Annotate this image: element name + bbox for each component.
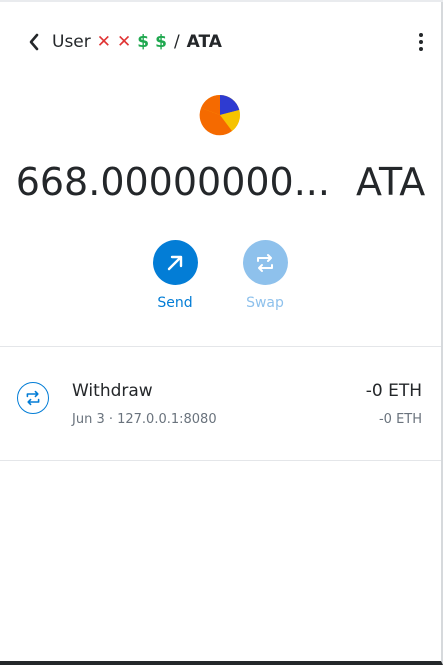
- send-circle[interactable]: [152, 240, 198, 285]
- balance-amount: 668.00000000...: [15, 160, 330, 204]
- asset-header: User ✕ ✕ $ $ / ATA: [20, 26, 430, 58]
- transaction-title: Withdraw: [72, 381, 153, 401]
- account-name: User: [52, 32, 91, 52]
- breadcrumb: User ✕ ✕ $ $ / ATA: [52, 32, 222, 52]
- divider: [0, 346, 441, 347]
- ata-token-icon: [199, 94, 240, 136]
- token-balance: 668.00000000... ATA: [0, 160, 441, 204]
- arrow-up-right-icon: [167, 255, 183, 270]
- breadcrumb-separator: /: [173, 32, 180, 52]
- transaction-row[interactable]: Withdraw Jun 3 · 127.0.0.1:8080 -0 ETH -…: [0, 362, 441, 444]
- transaction-subtitle: Jun 3 · 127.0.0.1:8080: [72, 412, 217, 427]
- swap-arrows-icon: [257, 253, 273, 272]
- transaction-amount: -0 ETH: [365, 381, 422, 401]
- swap-label: Swap: [246, 295, 284, 311]
- back-button[interactable]: [24, 30, 44, 54]
- cross-mark-icon: ✕: [117, 32, 132, 52]
- wallet-popup: User ✕ ✕ $ $ / ATA 668.00000000... ATA S…: [0, 0, 443, 665]
- divider: [0, 460, 441, 461]
- kebab-menu-icon[interactable]: [414, 30, 428, 54]
- send-button[interactable]: Send: [135, 240, 215, 311]
- transaction-amount-secondary: -0 ETH: [378, 412, 422, 427]
- dollar-sign-icon: $: [137, 32, 150, 52]
- send-label: Send: [157, 295, 193, 311]
- top-border: [0, 0, 443, 2]
- cross-mark-icon: ✕: [96, 32, 111, 52]
- balance-symbol: ATA: [355, 160, 426, 204]
- dollar-sign-icon: $: [155, 32, 167, 52]
- swap-circle[interactable]: [242, 240, 288, 285]
- chevron-left-icon: [29, 33, 39, 51]
- token-symbol: ATA: [186, 32, 222, 52]
- swap-button[interactable]: Swap: [225, 240, 305, 311]
- swap-transaction-icon: [17, 382, 49, 414]
